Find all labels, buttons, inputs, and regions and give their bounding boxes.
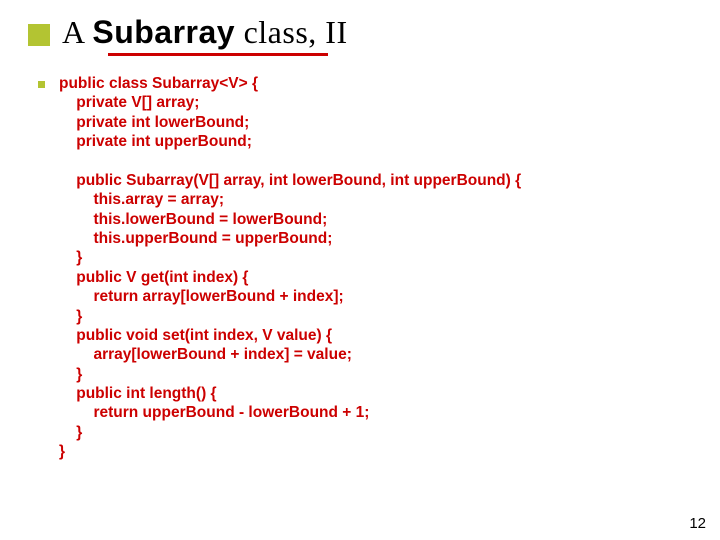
title-bold: Subarray [92, 14, 235, 50]
code-line: this.upperBound = upperBound; [59, 230, 332, 247]
bullet-square-icon [38, 81, 45, 88]
title-prefix: A [62, 14, 92, 50]
title-row: A Subarray class, II [0, 0, 720, 51]
code-line: private V[] array; [59, 94, 199, 111]
code-line: } [59, 308, 82, 325]
code-line: private int upperBound; [59, 133, 252, 150]
code-line: this.lowerBound = lowerBound; [59, 211, 327, 228]
code-line: } [59, 424, 82, 441]
code-line: } [59, 443, 65, 460]
code-line: public class Subarray<V> { [59, 75, 258, 92]
code-line: private int lowerBound; [59, 114, 249, 131]
code-line: return array[lowerBound + index]; [59, 288, 344, 305]
code-line: public int length() { [59, 385, 217, 402]
slide-body: public class Subarray<V> { private V[] a… [0, 56, 720, 462]
title-suffix: class, II [235, 14, 348, 50]
code-line: array[lowerBound + index] = value; [59, 346, 352, 363]
code-block: public class Subarray<V> { private V[] a… [59, 74, 521, 462]
page-number: 12 [689, 515, 706, 532]
bullet-row: public class Subarray<V> { private V[] a… [38, 74, 700, 462]
code-line: public V get(int index) { [59, 269, 248, 286]
code-line: return upperBound - lowerBound + 1; [59, 404, 369, 421]
slide: A Subarray class, II public class Subarr… [0, 0, 720, 540]
code-line: this.array = array; [59, 191, 224, 208]
code-line: public Subarray(V[] array, int lowerBoun… [59, 172, 521, 189]
code-line: public void set(int index, V value) { [59, 327, 332, 344]
slide-title: A Subarray class, II [62, 14, 348, 51]
title-bullet-square-icon [28, 24, 50, 46]
code-line: } [59, 249, 82, 266]
code-line: } [59, 366, 82, 383]
